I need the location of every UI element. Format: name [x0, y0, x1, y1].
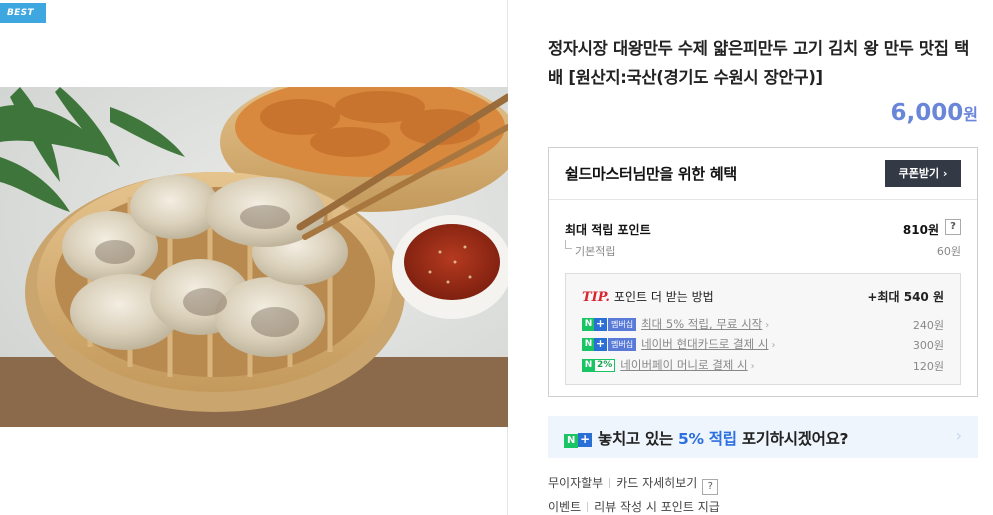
benefit-header: 쉴드마스터님만을 위한 혜택 쿠폰받기 › [549, 148, 977, 200]
benefit-title: 쉴드마스터님만을 위한 혜택 [565, 165, 737, 183]
event-link[interactable]: 이벤트 [548, 500, 581, 514]
banner-text: N + 놓치고 있는 5% 적립 포기하시겠어요? [564, 427, 849, 449]
plus-icon: + [578, 433, 592, 447]
tip-link-npay-money[interactable]: 네이버페이 머니로 결제 시 [620, 358, 747, 372]
tip-box: TIP. 포인트 더 받는 방법 +최대 540 원 N + 멤버십 최대 5% 적립,… [565, 273, 961, 385]
base-point-row: 기본적립 60원 [565, 240, 961, 259]
naver-n-icon: N [564, 434, 578, 448]
chevron-right-icon: › [765, 320, 770, 331]
point-help-icon[interactable]: ? [945, 219, 961, 235]
base-point-label: 기본적립 [575, 245, 616, 258]
tip-row-membership[interactable]: N + 멤버십 최대 5% 적립, 무료 시작 › 240원 [582, 316, 944, 332]
tip-label: TIP. [582, 290, 610, 305]
event-links-row: 이벤트 리뷰 작성 시 포인트 지급 [548, 498, 720, 515]
tip-value: 300원 [912, 339, 944, 352]
card-detail-link[interactable]: 카드 자세히보기 [616, 476, 697, 490]
plus-icon: + [594, 337, 607, 351]
installment-link[interactable]: 무이자할부 [548, 476, 603, 490]
dumpling-photo-illustration [0, 87, 508, 427]
tip-link-hyundai-card[interactable]: 네이버 현대카드로 결제 시 [641, 337, 768, 351]
get-coupon-button[interactable]: 쿠폰받기 › [885, 160, 961, 187]
divider [609, 478, 611, 488]
tip-max-points: +최대 540 원 [867, 290, 944, 304]
base-point-value: 60원 [936, 245, 961, 258]
payment-links-row: 무이자할부 카드 자세히보기? [548, 474, 719, 495]
membership-badge: 멤버십 [608, 318, 637, 331]
member-benefit-box: 쉴드마스터님만을 위한 혜택 쿠폰받기 › 최대 적립 포인트 810원 ? 기… [548, 147, 978, 397]
tip-row-hyundai-card[interactable]: N + 멤버십 네이버 현대카드로 결제 시 › 300원 [582, 336, 944, 352]
chevron-right-icon: › [955, 426, 962, 445]
tip-value: 240원 [912, 319, 944, 332]
tree-connector-icon [565, 240, 572, 249]
chevron-right-icon: › [750, 361, 755, 372]
product-image-panel: BEST [0, 0, 508, 515]
divider [587, 502, 589, 512]
product-price: 6,000원 [891, 100, 979, 126]
banner-highlight: 5% 적립 [678, 430, 737, 448]
tip-title: 포인트 더 받는 방법 [613, 290, 714, 304]
max-point-label: 최대 적립 포인트 [565, 223, 651, 237]
banner-text-before: 놓치고 있는 [598, 430, 678, 448]
membership-badge: 멤버십 [608, 338, 637, 351]
banner-text-after: 포기하시겠어요? [736, 430, 849, 448]
product-photo[interactable] [0, 87, 508, 427]
tip-header: TIP. 포인트 더 받는 방법 +최대 540 원 [582, 288, 944, 305]
price-unit: 원 [963, 105, 978, 124]
product-title: 정자시장 대왕만두 수제 얇은피만두 고기 김치 왕 만두 맛집 택배 [원산지… [548, 39, 969, 87]
help-icon[interactable]: ? [702, 479, 719, 495]
max-point-row: 최대 적립 포인트 810원 ? [565, 219, 961, 238]
max-point-value: 810원 [902, 223, 939, 237]
percent-badge: 2% [594, 359, 616, 372]
membership-promo-banner[interactable]: N + 놓치고 있는 5% 적립 포기하시겠어요? › [548, 416, 978, 458]
tip-row-npay-money[interactable]: N 2% 네이버페이 머니로 결제 시 › 120원 [582, 357, 944, 373]
price-value: 6,000 [890, 100, 964, 126]
plus-icon: + [594, 317, 607, 331]
tip-link-membership[interactable]: 최대 5% 적립, 무료 시작 [641, 317, 762, 331]
review-point-link[interactable]: 리뷰 작성 시 포인트 지급 [594, 500, 720, 514]
tip-value: 120원 [912, 360, 944, 373]
chevron-right-icon: › [771, 340, 776, 351]
best-badge: BEST [0, 3, 46, 23]
